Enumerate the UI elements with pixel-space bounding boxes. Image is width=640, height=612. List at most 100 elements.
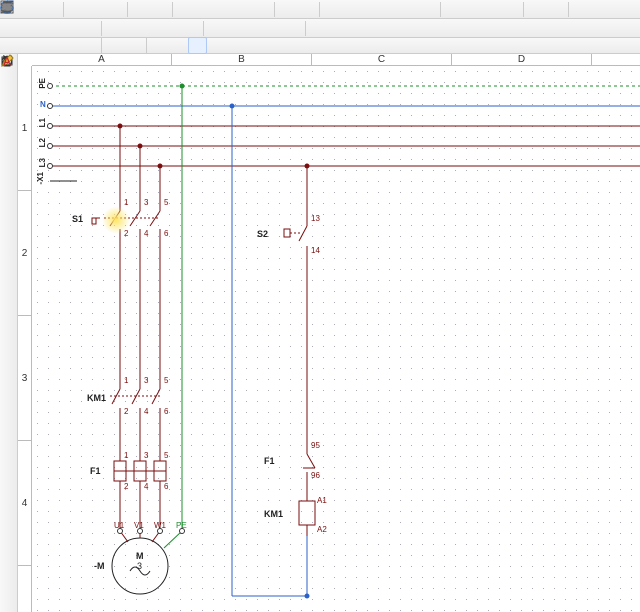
meter-icon[interactable] [309, 20, 328, 37]
copy-icon[interactable] [86, 1, 105, 18]
pattern-g-icon[interactable] [150, 37, 169, 54]
row-2: 2 [18, 191, 31, 316]
node-pe [180, 84, 185, 89]
toolbar-symbols: S R [0, 19, 640, 38]
step-icon[interactable] [501, 1, 520, 18]
pin: 1 [124, 451, 128, 460]
rect-tool-icon[interactable] [1, 112, 16, 127]
align-top-icon[interactable] [380, 1, 399, 18]
layers-icon[interactable] [297, 1, 316, 18]
text-italic-icon[interactable]: I [1, 94, 16, 109]
jumper-icon[interactable] [162, 20, 181, 37]
col-b: B [172, 54, 312, 65]
cascade-icon[interactable] [546, 1, 565, 18]
refresh-icon[interactable] [252, 1, 271, 18]
terminal-icon[interactable] [385, 20, 404, 37]
palette: I A [0, 54, 18, 612]
pattern-i-icon[interactable] [188, 37, 207, 54]
align-bottom-icon[interactable] [418, 1, 437, 18]
align-middle-icon[interactable] [399, 1, 418, 18]
separator [568, 2, 569, 17]
altline-icon[interactable] [181, 20, 200, 37]
line-tool-icon[interactable] [1, 76, 16, 91]
pattern-b-icon[interactable] [41, 37, 60, 54]
motor-term [117, 528, 123, 534]
line-h-icon[interactable] [22, 20, 41, 37]
pattern-e-icon[interactable] [105, 37, 124, 54]
coil-reset-icon[interactable]: R [283, 20, 302, 37]
conn-icon[interactable] [366, 20, 385, 37]
ellipse-tool-icon[interactable] [1, 130, 16, 145]
separator [127, 2, 128, 17]
line-v-icon[interactable] [41, 20, 60, 37]
pin: 5 [164, 451, 168, 460]
undo-icon[interactable] [131, 1, 150, 18]
window-icon[interactable] [527, 1, 546, 18]
dot-icon[interactable] [3, 20, 22, 37]
toolbar-extra [0, 38, 640, 54]
zoom-fit-icon[interactable] [176, 1, 195, 18]
km1-label: KM1 [87, 393, 106, 403]
f1-aux-label: F1 [264, 456, 275, 466]
l3-label: L3 [38, 158, 47, 167]
pattern-a-icon[interactable] [22, 37, 41, 54]
help-icon[interactable]: ? [572, 1, 591, 18]
align-right-icon[interactable] [361, 1, 380, 18]
redo-icon[interactable] [150, 1, 169, 18]
toggle-grid-icon[interactable] [278, 1, 297, 18]
contact-no-icon[interactable] [207, 20, 226, 37]
motor-tag: -M [94, 561, 105, 571]
ruler-vertical: 1 2 3 4 [18, 66, 32, 612]
diamond-icon[interactable] [143, 20, 162, 37]
busbar-icon[interactable] [79, 20, 98, 37]
row-3: 3 [18, 316, 31, 441]
pin: A1 [317, 496, 327, 505]
save-icon[interactable] [41, 1, 60, 18]
coil-set-icon[interactable]: S [264, 20, 283, 37]
circle-icon[interactable] [124, 20, 143, 37]
coil-icon[interactable] [245, 20, 264, 37]
cut-icon[interactable] [67, 1, 86, 18]
pin: 5 [164, 376, 168, 385]
col-d: D [452, 54, 592, 65]
align-left-icon[interactable] [323, 1, 342, 18]
switch-icon[interactable] [328, 20, 347, 37]
pin: 14 [311, 246, 320, 255]
arrow-tool-icon[interactable] [3, 37, 22, 54]
ruler-horizontal: A B C D [32, 54, 640, 66]
pattern-icon[interactable] [60, 20, 79, 37]
pattern-d-icon[interactable] [79, 37, 98, 54]
separator [63, 2, 64, 17]
zoom-in-icon[interactable] [195, 1, 214, 18]
pencil-tool-icon[interactable] [1, 184, 16, 199]
pattern-f-icon[interactable] [124, 37, 143, 54]
pin: A2 [317, 525, 327, 534]
pause-icon[interactable] [482, 1, 501, 18]
canvas[interactable]: PE N L1 L2 L3 -X1 S1 S2 KM1 F1 F1 [32, 66, 640, 612]
col-a: A [32, 54, 172, 65]
arc-tool-icon[interactable] [1, 166, 16, 181]
open-icon[interactable] [22, 1, 41, 18]
paste-icon[interactable] [105, 1, 124, 18]
pin: 4 [144, 407, 148, 416]
zoom-area-icon[interactable] [233, 1, 252, 18]
zoom-out-icon[interactable] [214, 1, 233, 18]
canvas-wrap: A B C D 1 2 3 4 [18, 54, 640, 612]
play-icon[interactable] [444, 1, 463, 18]
pin: 1 [124, 376, 128, 385]
separator [101, 21, 102, 36]
stop-icon[interactable] [463, 1, 482, 18]
pattern-c-icon[interactable] [60, 37, 79, 54]
contact-nc-icon[interactable] [226, 20, 245, 37]
n-label: N [40, 100, 46, 109]
pattern-h-icon[interactable] [169, 37, 188, 54]
text-a-icon[interactable]: A [1, 202, 16, 217]
col-c: C [312, 54, 452, 65]
align-center-icon[interactable] [342, 1, 361, 18]
box-icon[interactable] [105, 20, 124, 37]
poly-tool-icon[interactable] [1, 148, 16, 163]
plug-icon[interactable] [347, 20, 366, 37]
pin: 1 [124, 198, 128, 207]
separator [203, 21, 204, 36]
f1-label: F1 [90, 466, 101, 476]
